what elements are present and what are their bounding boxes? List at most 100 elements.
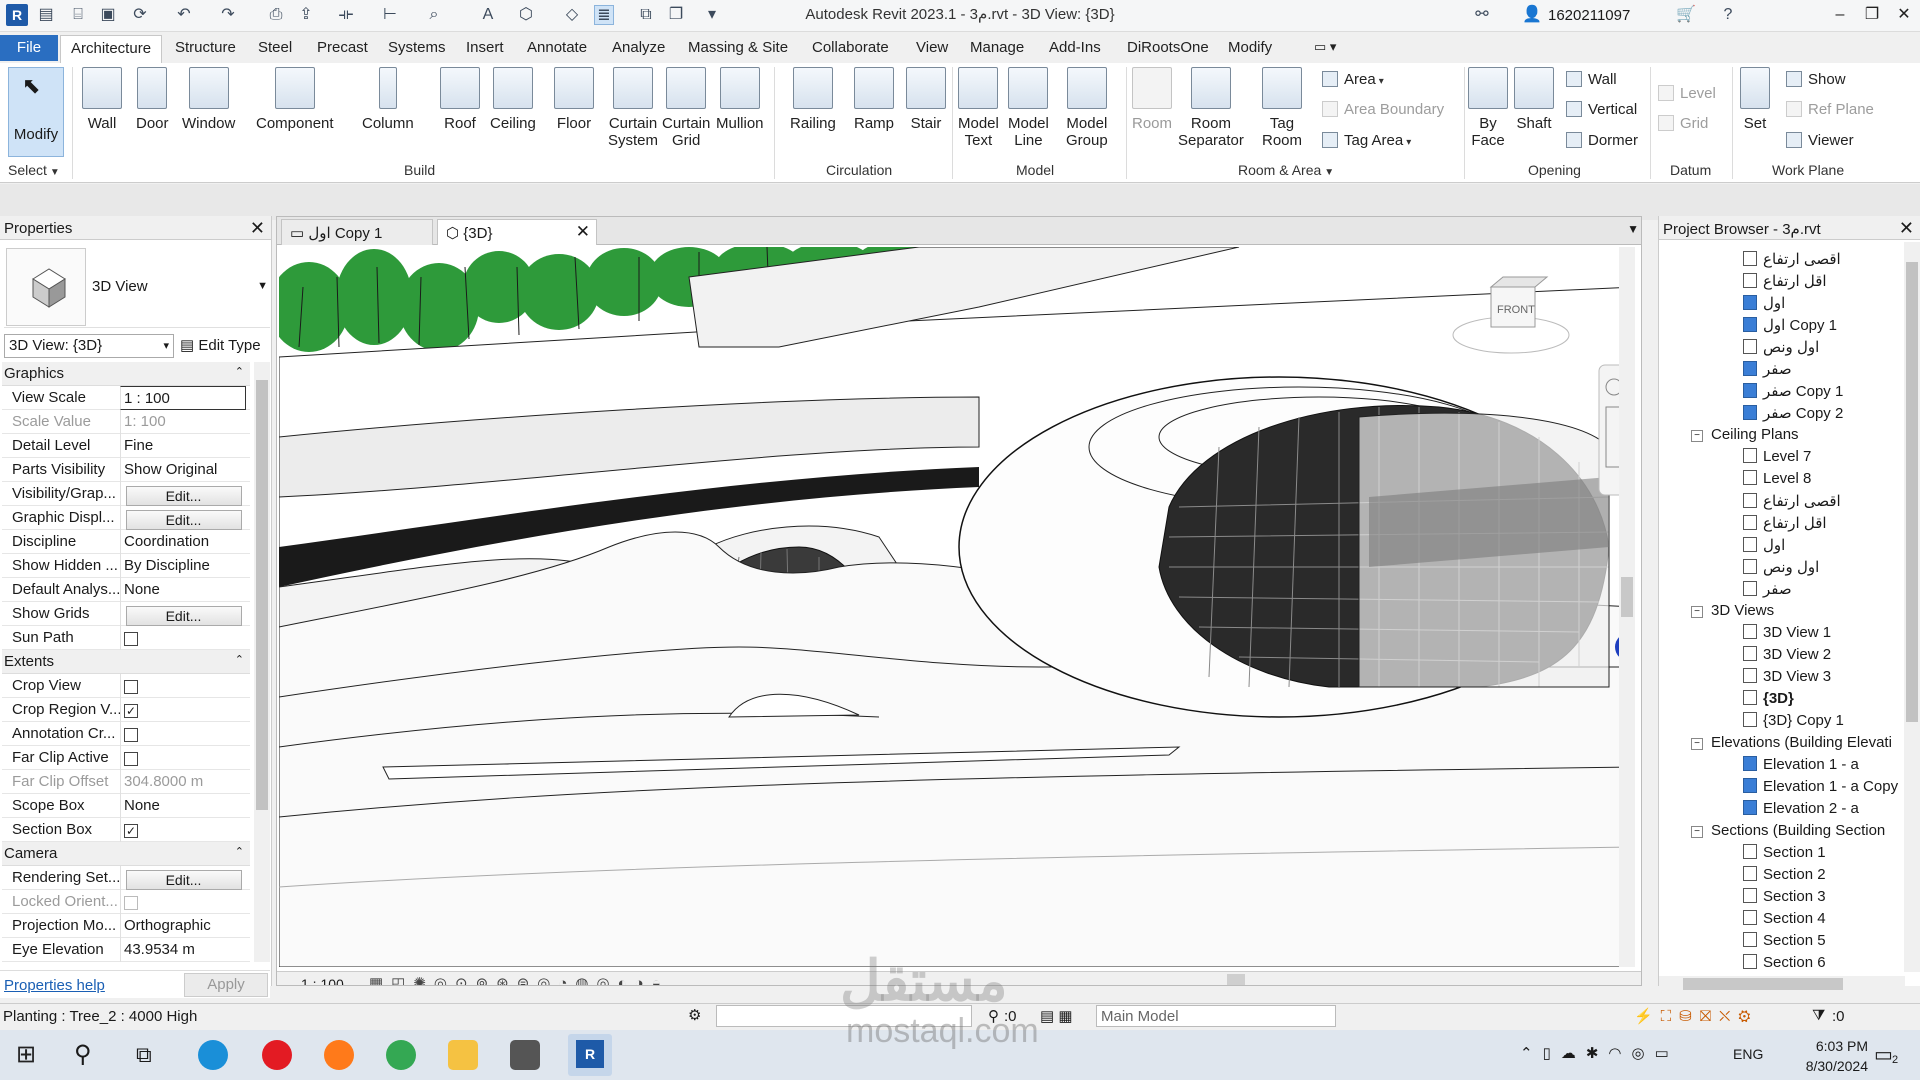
browser-group[interactable]: −3D Views [1691, 602, 1774, 619]
tab-dirootsone[interactable]: DiRootsOne [1127, 39, 1209, 56]
prop-row[interactable]: Scope Box None [2, 794, 250, 818]
properties-help-link[interactable]: Properties help [4, 977, 105, 994]
group-camera[interactable]: Camera ⌃ [2, 842, 250, 866]
curtain-system-button[interactable]: Curtain System [608, 67, 658, 149]
browser-view-item[interactable]: Section 2 [1743, 866, 1826, 883]
browser-view-item[interactable]: صفر Copy 2 [1743, 404, 1843, 422]
collapse-icon[interactable]: ⌃ [235, 845, 244, 858]
tab-structure[interactable]: Structure [175, 39, 236, 56]
tab-add-ins[interactable]: Add-Ins [1049, 39, 1101, 56]
browser-view-item[interactable]: اول [1743, 536, 1785, 554]
tab-insert[interactable]: Insert [466, 39, 504, 56]
type-selector[interactable]: 3D View ▼ [4, 246, 270, 328]
browser-view-item[interactable]: Section 3 [1743, 888, 1826, 905]
opera-icon[interactable] [262, 1040, 292, 1070]
prop-row[interactable]: Eye Elevation 43.9534 m [2, 938, 250, 962]
tab-analyze[interactable]: Analyze [612, 39, 665, 56]
edge-icon[interactable] [198, 1040, 228, 1070]
ceiling-button[interactable]: Ceiling [490, 67, 536, 132]
browser-view-item[interactable]: Section 4 [1743, 910, 1826, 927]
tab-collaborate[interactable]: Collaborate [812, 39, 889, 56]
browser-view-item[interactable]: {3D} Copy 1 [1743, 712, 1844, 729]
tab-systems[interactable]: Systems [388, 39, 446, 56]
wall-opening-button[interactable]: Wall [1566, 71, 1617, 88]
room-separator-button[interactable]: Room Separator [1178, 67, 1244, 149]
view-scale-button[interactable]: 1 : 100 [301, 976, 344, 985]
collapse-icon[interactable]: − [1691, 606, 1703, 618]
stair-button[interactable]: Stair [906, 67, 946, 132]
room-area-panel-label[interactable]: Room & Area ▼ [1238, 162, 1334, 178]
viewer-button[interactable]: Viewer [1786, 132, 1854, 149]
browser-view-item[interactable]: 3D View 2 [1743, 646, 1831, 663]
browser-view-item[interactable]: صفر [1743, 360, 1792, 378]
collapse-icon[interactable]: − [1691, 430, 1703, 442]
browser-view-item[interactable]: Section 5 [1743, 932, 1826, 949]
browser-view-item[interactable]: Elevation 1 - a [1743, 756, 1859, 773]
search-icon[interactable]: ⚲ [74, 1040, 104, 1070]
section-box-checkbox[interactable]: ✓ [124, 824, 138, 838]
mullion-button[interactable]: Mullion [716, 67, 764, 132]
show-workplane-button[interactable]: Show [1786, 71, 1846, 88]
ribbon-toggle-icon[interactable]: ▭ ▾ [1314, 39, 1336, 55]
grid-button[interactable]: Grid [1658, 115, 1708, 132]
door-button[interactable]: Door [136, 67, 169, 132]
browser-view-item[interactable]: صفر Copy 1 [1743, 382, 1843, 400]
browser-view-item[interactable]: اول [1743, 294, 1785, 312]
prop-row[interactable]: Projection Mo... Orthographic [2, 914, 250, 938]
restore-icon[interactable]: ❐ [1858, 4, 1886, 26]
shaft-button[interactable]: Shaft [1514, 67, 1554, 132]
crop-view-checkbox[interactable] [124, 680, 138, 694]
tab-precast[interactable]: Precast [317, 39, 368, 56]
group-extents[interactable]: Extents ⌃ [2, 650, 250, 674]
browser-view-item[interactable]: 3D View 1 [1743, 624, 1831, 641]
wall-button[interactable]: Wall [82, 67, 122, 132]
3d-viewport[interactable]: FRONT [279, 247, 1635, 967]
prop-row[interactable]: Parts Visibility Show Original [2, 458, 250, 482]
collapse-icon[interactable]: − [1691, 826, 1703, 838]
browser-view-item[interactable]: اول ونص [1743, 558, 1819, 576]
room-button[interactable]: Room [1132, 67, 1172, 132]
collapse-icon[interactable]: ⌃ [235, 365, 244, 378]
minimize-icon[interactable]: – [1826, 4, 1854, 26]
browser-view-item[interactable]: Level 8 [1743, 470, 1811, 487]
close-icon[interactable]: ✕ [1899, 218, 1914, 239]
prop-row[interactable]: Default Analys... None [2, 578, 250, 602]
tab-massing-site[interactable]: Massing & Site [688, 39, 788, 56]
model-line-button[interactable]: Model Line [1008, 67, 1049, 149]
cart-icon[interactable]: 🛒 [1676, 5, 1696, 25]
viewport-vscrollbar[interactable] [1619, 247, 1635, 967]
task-view-icon[interactable]: ⧉ [136, 1040, 166, 1070]
prop-row[interactable]: Discipline Coordination [2, 530, 250, 554]
store-icon[interactable] [510, 1040, 540, 1070]
user-icon[interactable]: 👤 [1522, 5, 1542, 25]
vertical-opening-button[interactable]: Vertical [1566, 101, 1637, 118]
apply-button[interactable]: Apply [184, 973, 268, 997]
browser-view-item[interactable]: 3D View 3 [1743, 668, 1831, 685]
area-boundary-button[interactable]: Area Boundary [1322, 101, 1444, 118]
browser-view-item[interactable]: اول Copy 1 [1743, 316, 1837, 334]
binoculars-icon[interactable]: ⚯ [1472, 5, 1492, 25]
browser-view-item[interactable]: Section 6 [1743, 954, 1826, 971]
help-icon[interactable]: ? [1718, 5, 1738, 25]
browser-view-item[interactable]: Level 7 [1743, 448, 1811, 465]
browser-view-item[interactable]: {3D} [1743, 690, 1794, 707]
crop-region-checkbox[interactable]: ✓ [124, 704, 138, 718]
firefox-icon[interactable] [324, 1040, 354, 1070]
floor-button[interactable]: Floor [554, 67, 594, 132]
set-workplane-button[interactable]: Set [1740, 67, 1770, 132]
chevron-down-icon[interactable]: ▼ [257, 280, 268, 292]
select-dropdown[interactable]: Select ▼ [8, 162, 60, 178]
collapse-icon[interactable]: − [1691, 738, 1703, 750]
column-button[interactable]: Column [362, 67, 414, 132]
component-button[interactable]: Component [256, 67, 334, 132]
clock[interactable]: 6:03 PM 8/30/2024 [1806, 1036, 1868, 1076]
by-face-button[interactable]: By Face [1468, 67, 1508, 149]
tab-view[interactable]: View [916, 39, 948, 56]
far-clip-checkbox[interactable] [124, 752, 138, 766]
browser-group[interactable]: − Sections (Building Section [1691, 822, 1885, 839]
browser-view-item[interactable]: صفر [1743, 580, 1792, 598]
tag-area-button[interactable]: Tag Area ▾ [1322, 132, 1411, 149]
design-options-icon[interactable]: ▤ ▦ [1040, 1007, 1073, 1025]
prop-row[interactable]: Detail Level Fine [2, 434, 250, 458]
collapse-icon[interactable]: ⌃ [235, 653, 244, 666]
